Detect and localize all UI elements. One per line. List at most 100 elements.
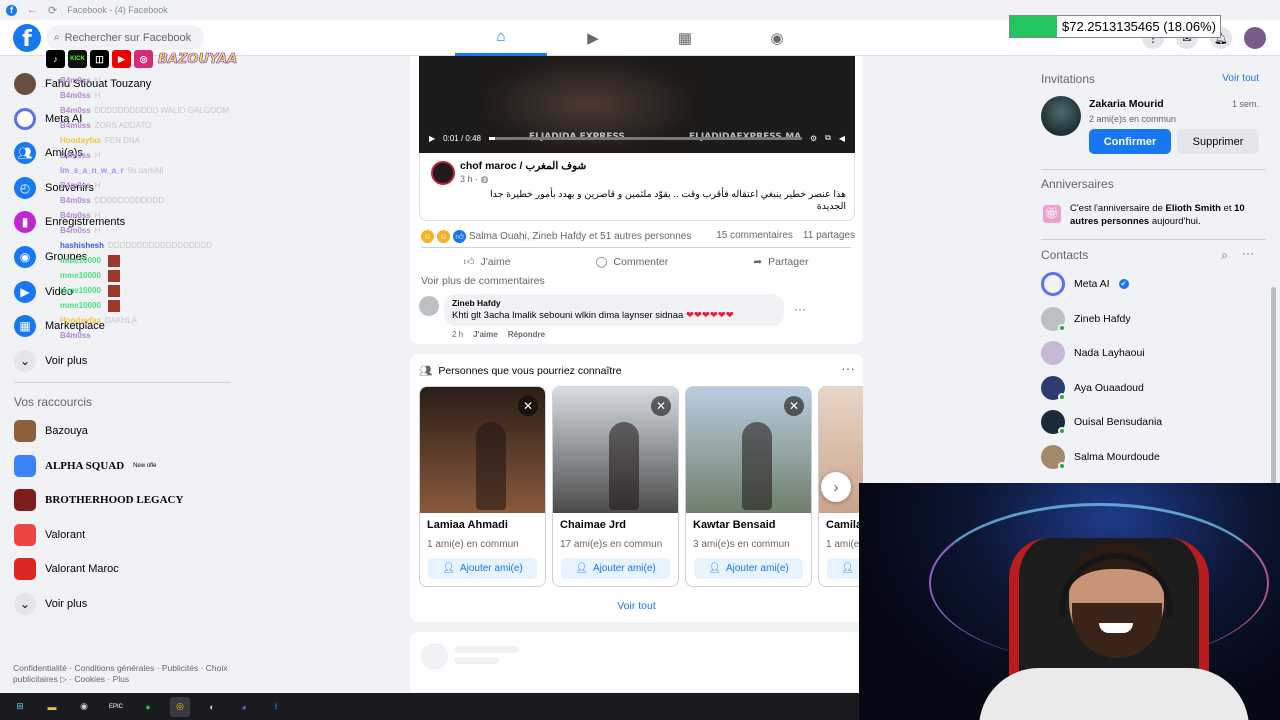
comment-like-link[interactable]: J'aime: [473, 330, 498, 339]
shortcut-label: Valorant: [45, 528, 86, 541]
contact-item[interactable]: Meta AI ✔: [1041, 272, 1129, 296]
shortcut-item[interactable]: Valorant: [14, 522, 85, 548]
confirm-button[interactable]: Confirmer: [1089, 129, 1171, 154]
add-friend-button[interactable]: 👤︎Ajouter ami(e): [827, 558, 863, 579]
person-name[interactable]: Camila: [819, 513, 863, 531]
spotify-icon[interactable]: ●: [138, 697, 158, 717]
profile-avatar[interactable]: [1244, 27, 1266, 49]
shortcut-item[interactable]: Valorant Maroc: [14, 556, 119, 582]
reload-icon[interactable]: ⟳: [48, 4, 57, 17]
person-name[interactable]: Lamiaa Ahmadi: [420, 513, 545, 531]
shortcut-item[interactable]: ALPHA SQUAD New ofle: [14, 453, 157, 479]
facebook-logo-icon[interactable]: f: [13, 24, 41, 52]
play-icon[interactable]: ▶: [429, 134, 435, 143]
see-more-shortcuts-button[interactable]: ⌄ Voir plus: [14, 591, 87, 617]
contact-item[interactable]: Aya Ouaadoud: [1041, 375, 1144, 401]
add-friend-button[interactable]: 👤︎Ajouter ami(e): [561, 558, 670, 579]
pymk-options-icon[interactable]: ···: [841, 360, 855, 376]
chrome-icon[interactable]: ◎: [170, 696, 190, 717]
contact-name: Zineb Hafdy: [1074, 312, 1131, 325]
pymk-see-all[interactable]: Voir tout: [410, 600, 863, 612]
pip-icon[interactable]: ⧉: [825, 133, 831, 143]
twitch-icon: ◫: [90, 50, 109, 68]
contact-item[interactable]: Nada Layhaoui: [1041, 341, 1145, 366]
search-input[interactable]: [64, 31, 195, 44]
video-progress-bar[interactable]: [488, 136, 802, 140]
person-photo[interactable]: ✕: [686, 387, 811, 513]
page-avatar[interactable]: [431, 161, 455, 185]
shortcut-item[interactable]: Bazouya: [14, 418, 88, 444]
windows-icon[interactable]: ⊞: [10, 697, 30, 717]
video-icon: ▶: [587, 30, 599, 47]
comment-author[interactable]: Zineb Hafdy: [452, 298, 776, 308]
youtube-icon: ▶: [112, 50, 131, 68]
steam-icon[interactable]: ◉: [74, 697, 94, 717]
comments-count[interactable]: 15 commentaires: [716, 230, 793, 241]
contact-item[interactable]: Zineb Hafdy: [1041, 306, 1131, 332]
add-friend-button[interactable]: 👤︎Ajouter ami(e): [694, 558, 803, 579]
contact-item[interactable]: Salma Mourdoude: [1041, 445, 1160, 470]
birthday-notice[interactable]: 🎁︎ C'est l'anniversaire de Elioth Smith …: [1043, 202, 1275, 228]
shared-page-name[interactable]: chof maroc / شوف المغرب: [460, 160, 586, 172]
dismiss-close-icon[interactable]: ✕: [784, 396, 804, 416]
shortcut-item[interactable]: BROTHERHOOD LEGACY: [14, 487, 183, 513]
dismiss-close-icon[interactable]: ✕: [518, 396, 538, 416]
add-friend-label: Ajouter ami(e): [725, 563, 789, 574]
contacts-search-icon[interactable]: ⌕: [1221, 248, 1228, 263]
birthday-mid: et: [1220, 203, 1235, 214]
see-more-button[interactable]: ⌄ Voir plus: [14, 348, 87, 374]
chat-username: B4m0ss: [60, 91, 91, 100]
dismiss-close-icon[interactable]: ✕: [651, 396, 671, 416]
shares-count[interactable]: 11 partages: [803, 230, 855, 241]
shortcut-label: ALPHA SQUAD: [45, 459, 125, 472]
epic-icon[interactable]: EPIC: [106, 697, 126, 717]
contact-item[interactable]: Ouisal Bensudania: [1041, 410, 1162, 436]
delete-button[interactable]: Supprimer: [1177, 129, 1259, 154]
volume-icon[interactable]: ◀: [839, 134, 845, 143]
person-mutual: 17 ami(e)s en commun: [560, 539, 663, 550]
tab-groups[interactable]: ◉: [731, 20, 823, 56]
person-name[interactable]: Chaimae Jrd: [553, 513, 678, 531]
carousel-next-icon[interactable]: ›: [821, 472, 851, 502]
chat-line: B4m0ss H: [60, 88, 300, 103]
settings-icon[interactable]: ⚙: [810, 134, 817, 143]
comment-avatar[interactable]: [419, 296, 439, 316]
invitations-see-all[interactable]: Voir tout: [1222, 73, 1259, 84]
obs-icon[interactable]: ◐: [202, 697, 222, 717]
tab-watch[interactable]: ▶: [547, 20, 639, 56]
post-card: ELJADIDA EXPRESS ELJADIDAEXPRESS.MA ▶ 0:…: [410, 56, 863, 344]
search-box[interactable]: ⌕: [46, 25, 204, 50]
add-friend-button[interactable]: 👤︎Ajouter ami(e): [428, 558, 537, 579]
person-card[interactable]: ✕ Lamiaa Ahmadi 1 ami(e) en commun 👤︎ Ajoute…: [419, 386, 546, 587]
person-card[interactable]: ✕ Chaimae Jrd 17 ami(e)s en commun 👤︎ Ajoute…: [552, 386, 679, 587]
reactions-summary[interactable]: ☺ ☺ 👍︎ Salma Ouahi, Zineb Hafdy et 51 au…: [421, 230, 691, 243]
explorer-icon[interactable]: ▬: [42, 697, 62, 717]
footer-links[interactable]: Confidentialité · Conditions générales ·…: [13, 663, 228, 685]
heart-emojis: ❤❤❤❤❤❤: [685, 310, 734, 321]
chat-username: mme10000: [60, 256, 101, 265]
back-icon[interactable]: ←: [27, 4, 38, 16]
shortcut-label: Bazouya: [45, 425, 88, 437]
tab-home[interactable]: ⌂: [455, 20, 547, 56]
people-icon: 👥︎: [419, 365, 433, 377]
discord-icon[interactable]: ◕: [234, 697, 254, 717]
emote-icon: [107, 269, 120, 282]
invite-avatar[interactable]: [1041, 96, 1081, 136]
tab-marketplace[interactable]: ▦: [639, 20, 731, 56]
chat-username: Hoodayfaa: [60, 136, 101, 145]
share-button[interactable]: ➦ Partager: [753, 256, 808, 268]
contacts-options-icon[interactable]: ···: [1242, 246, 1254, 260]
person-card[interactable]: ✕ Kawtar Bensaid 3 ami(e)s en commun 👤︎ Ajou…: [685, 386, 812, 587]
comment-reply-link[interactable]: Répondre: [508, 330, 545, 339]
like-button[interactable]: 👍︎ J'aime: [464, 255, 511, 269]
person-name[interactable]: Kawtar Bensaid: [686, 513, 811, 531]
video-player[interactable]: ELJADIDA EXPRESS ELJADIDAEXPRESS.MA ▶ 0:…: [419, 56, 855, 153]
donation-goal-bar: $72.2513135465 (18.06%): [1009, 15, 1221, 38]
person-photo[interactable]: ✕: [420, 387, 545, 513]
see-more-comments[interactable]: Voir plus de commentaires: [421, 275, 545, 287]
comment-button[interactable]: ◯ Commenter: [596, 256, 669, 268]
person-photo[interactable]: ✕: [553, 387, 678, 513]
comment-options-icon[interactable]: ···: [794, 302, 806, 316]
facebook-icon[interactable]: f: [266, 697, 286, 717]
invite-name[interactable]: Zakaria Mourid: [1089, 98, 1164, 110]
